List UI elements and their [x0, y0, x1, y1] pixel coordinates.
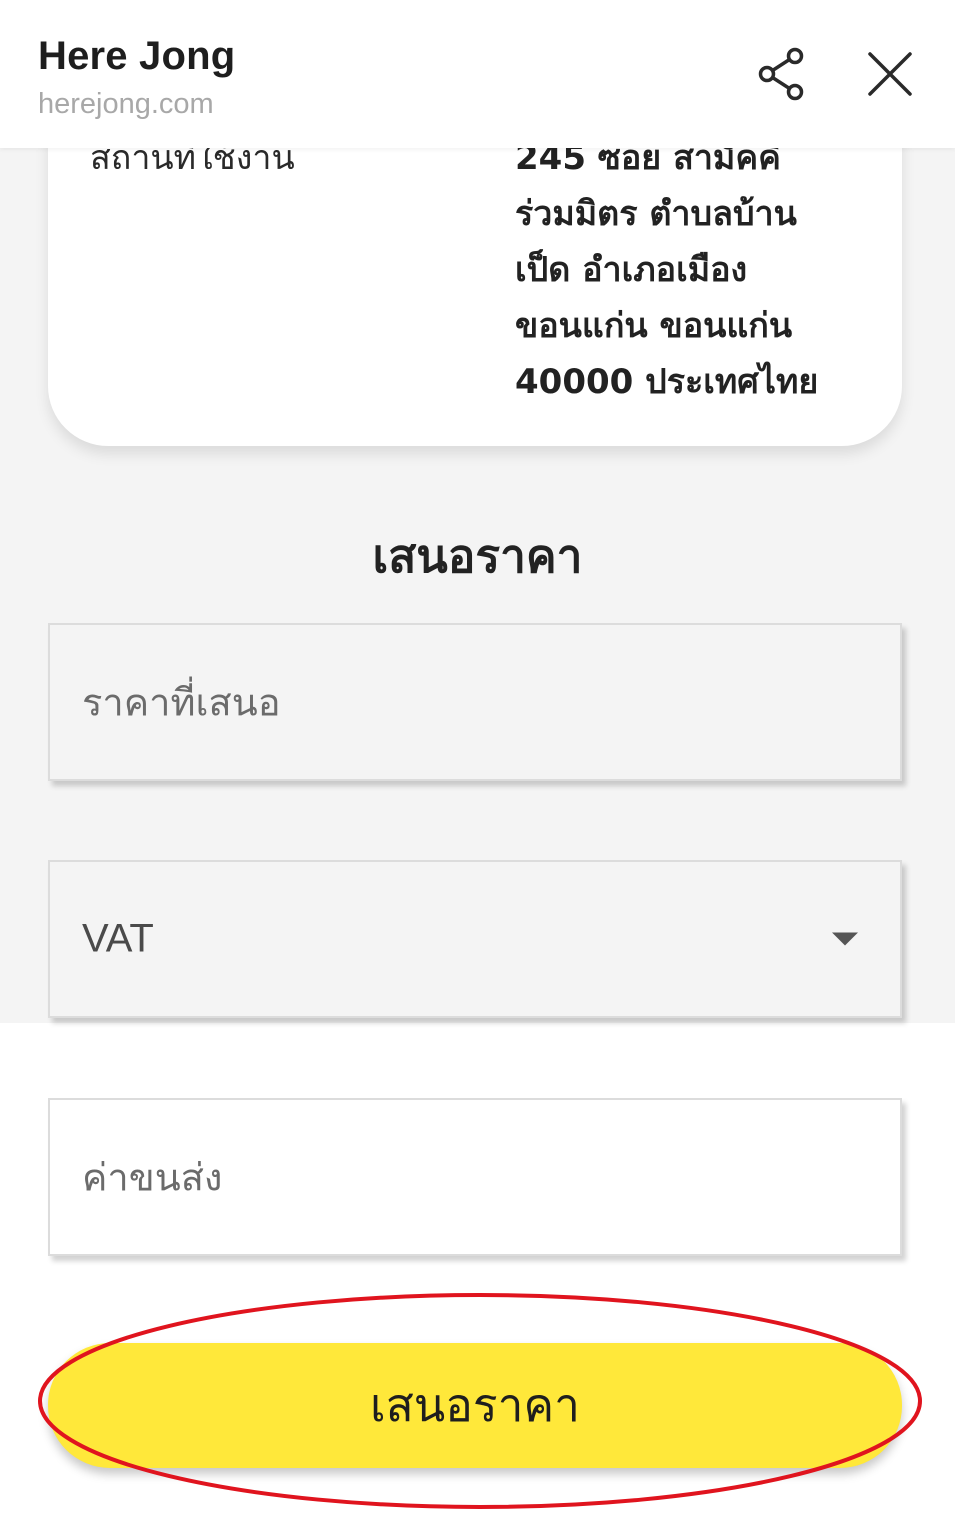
- vat-select-value: VAT: [82, 916, 154, 961]
- close-button[interactable]: [860, 44, 920, 104]
- share-icon: [758, 47, 804, 101]
- address-line: ขอนแก่น ขอนแก่น: [515, 306, 793, 346]
- shipping-cost-placeholder: ค่าขนส่ง: [82, 1155, 223, 1200]
- address-line: เป็ด อำเภอเมือง: [515, 250, 748, 290]
- app-bar: Here Jong herejong.com: [0, 0, 955, 148]
- offer-price-placeholder: ราคาที่เสนอ: [82, 680, 281, 725]
- app-url: herejong.com: [38, 88, 214, 120]
- app-title: Here Jong: [38, 34, 236, 78]
- address-line: ร่วมมิตร ตำบลบ้าน: [515, 194, 797, 234]
- chevron-down-icon: [832, 932, 858, 946]
- offer-price-input[interactable]: ราคาที่เสนอ: [48, 623, 902, 781]
- share-button[interactable]: [752, 44, 812, 104]
- shipping-cost-input[interactable]: ค่าขนส่ง: [48, 1098, 902, 1256]
- offer-section-title: เสนอราคา: [372, 529, 583, 583]
- address-value: 245 ซอย สามัคคี ร่วมมิตร ตำบลบ้าน เป็ด อ…: [515, 130, 875, 410]
- address-line: 40000 ประเทศไทย: [515, 362, 819, 402]
- vat-select[interactable]: VAT: [48, 860, 902, 1018]
- viewport: สถานที่ใช้งาน 245 ซอย สามัคคี ร่วมมิตร ต…: [0, 0, 955, 1525]
- submit-offer-button[interactable]: เสนอราคา: [48, 1343, 902, 1468]
- close-icon: [868, 52, 912, 96]
